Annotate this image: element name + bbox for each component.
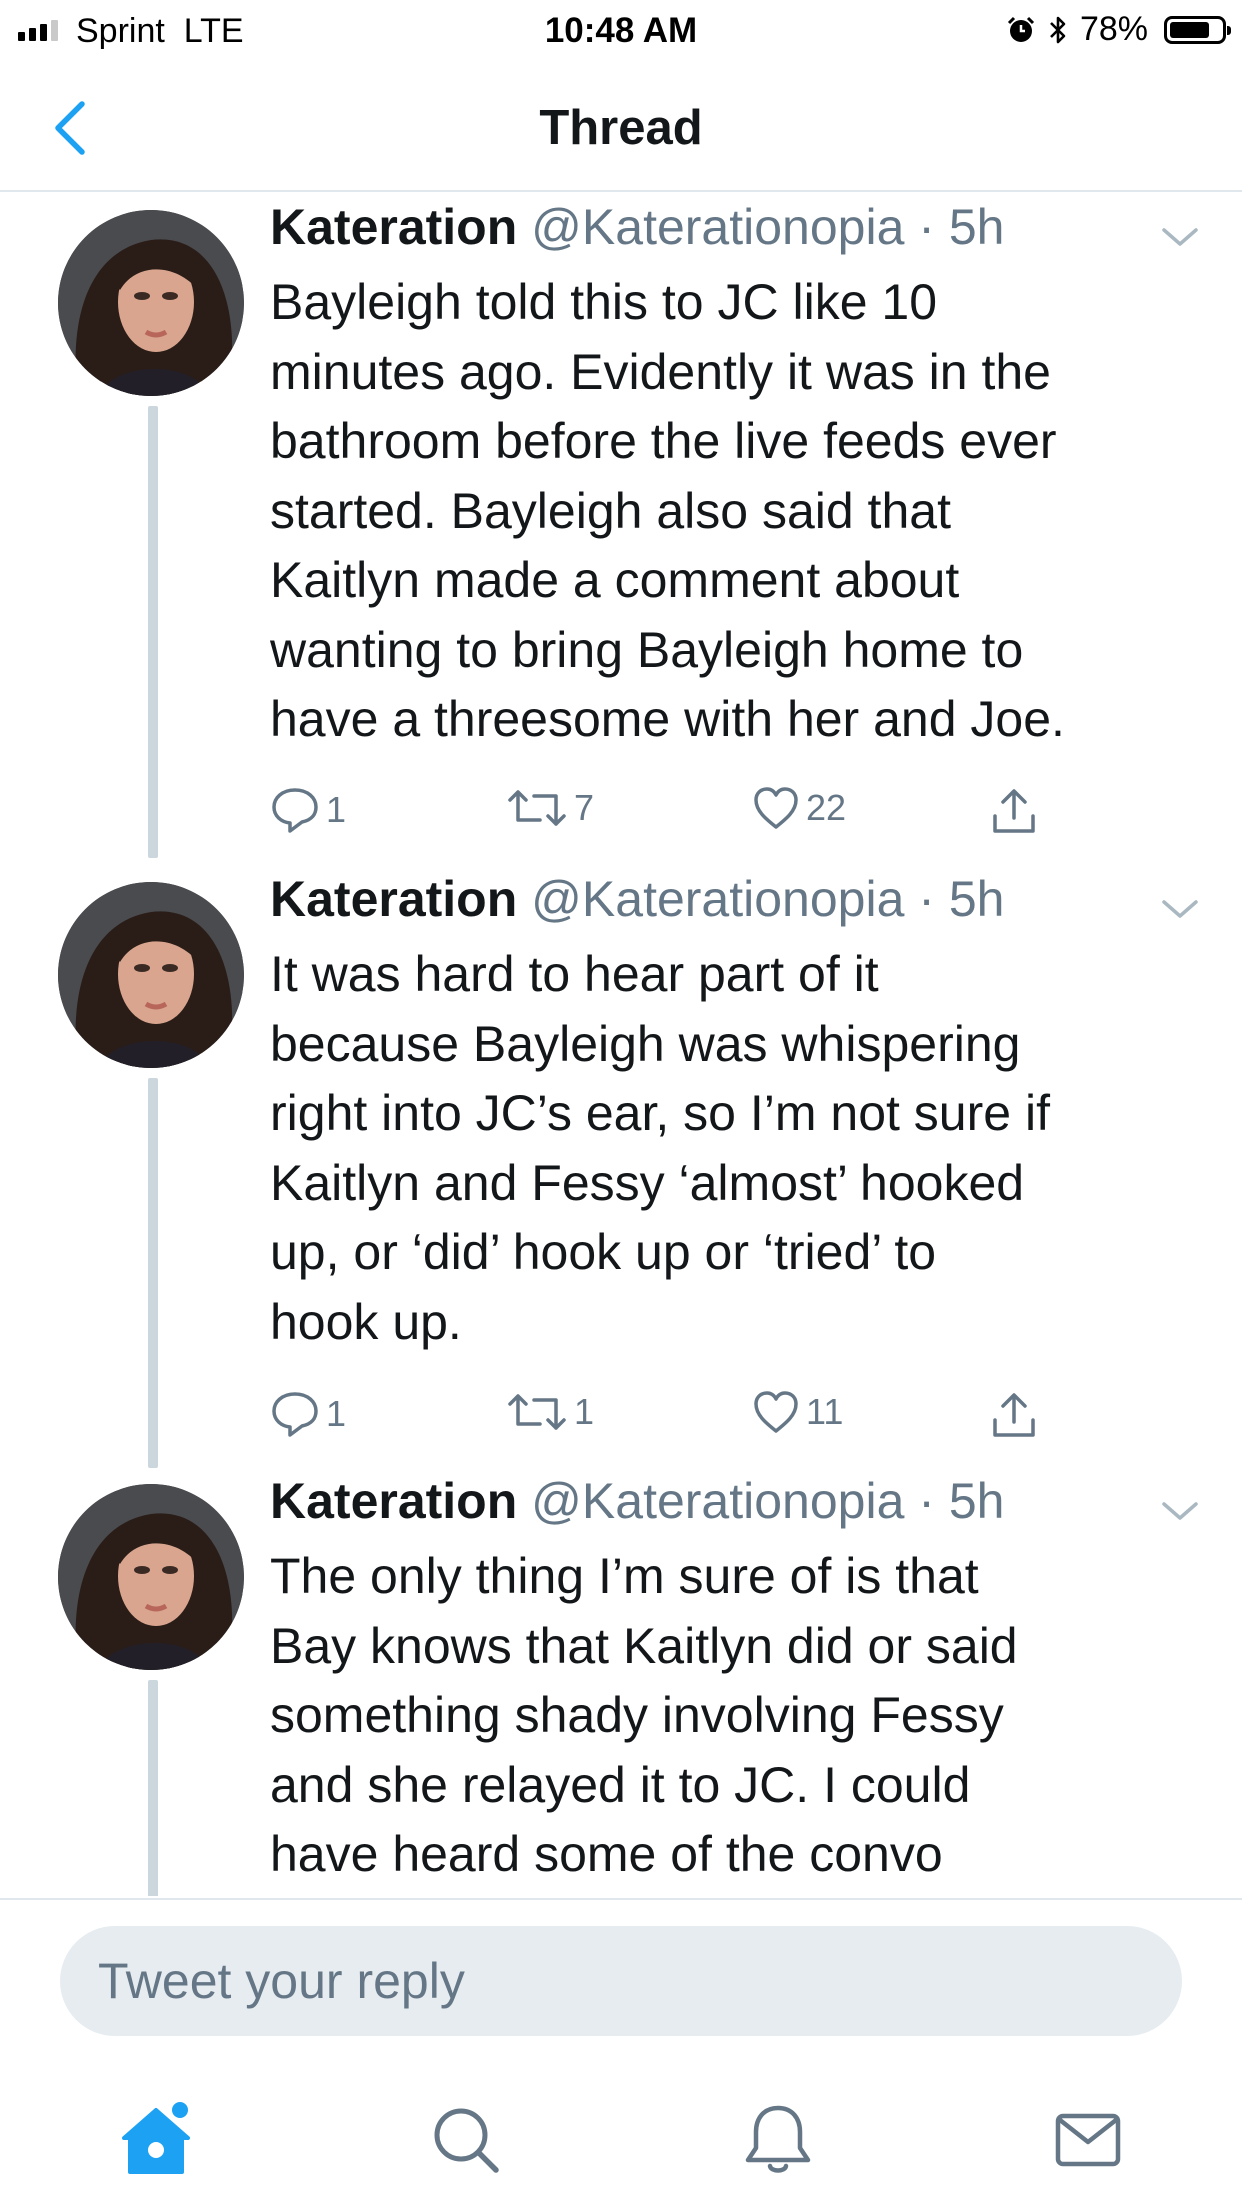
- author-name[interactable]: Kateration: [270, 871, 517, 927]
- avatar[interactable]: [58, 882, 244, 1068]
- like-button[interactable]: 22: [752, 786, 846, 830]
- avatar-image: [58, 1484, 244, 1670]
- tweet-header: Kateration @Katerationopia · 5h: [270, 1472, 1004, 1530]
- tweet-text-line: Kaitlyn and Fessy ‘almost’ hooked: [270, 1154, 1025, 1211]
- tweet-time: · 5h: [904, 1473, 1005, 1529]
- tweet-text: Bayleigh told this to JC like 10 minutes…: [270, 268, 1220, 755]
- tweet[interactable]: Kateration @Katerationopia · 5h Bayleigh…: [0, 196, 1242, 866]
- battery-level: [1170, 21, 1209, 38]
- tweet-text-line: and she relayed it to JC. I could: [270, 1756, 971, 1813]
- chevron-down-icon[interactable]: [1158, 896, 1202, 922]
- like-button[interactable]: 11: [752, 1390, 843, 1434]
- tweet[interactable]: Kateration @Katerationopia · 5h The only…: [0, 1470, 1242, 1896]
- thread-line: [148, 406, 158, 858]
- battery-percent: 78%: [1079, 10, 1148, 48]
- tweet-text-line: up, or ‘did’ hook up or ‘tried’ to: [270, 1224, 937, 1280]
- status-icons: 78%: [1006, 10, 1231, 49]
- heart-icon: [754, 787, 798, 829]
- retweet-icon: [508, 1394, 566, 1430]
- tweet-text-line: It was hard to hear part of it: [270, 946, 879, 1002]
- page-title: Thread: [539, 101, 703, 155]
- retweet-button[interactable]: 7: [506, 786, 594, 830]
- tweet-time-value: 5h: [948, 1473, 1005, 1529]
- like-count: 11: [806, 1391, 844, 1432]
- tweet-text: The only thing I’m sure of is that Bay k…: [270, 1542, 1220, 1890]
- author-name[interactable]: Kateration: [270, 1473, 517, 1529]
- avatar[interactable]: [58, 1484, 244, 1670]
- retweet-icon: [508, 790, 566, 826]
- home-icon[interactable]: [116, 2100, 196, 2180]
- tweet-text-line: have heard some of the convo: [270, 1826, 943, 1882]
- chevron-down-icon[interactable]: [1158, 1498, 1202, 1524]
- like-count: 22: [806, 787, 847, 828]
- chevron-down-icon[interactable]: [1158, 224, 1202, 250]
- reply-icon: [272, 1392, 318, 1437]
- avatar-image: [58, 210, 244, 396]
- thread-line: [148, 1680, 158, 1896]
- reply-button[interactable]: 1: [270, 1390, 346, 1438]
- battery-icon: [1164, 15, 1231, 44]
- notifications-icon[interactable]: [738, 2100, 818, 2180]
- bluetooth-icon: [1050, 16, 1066, 43]
- tweet-text-line: started. Bayleigh also said that: [270, 482, 951, 539]
- tweet-text-line: Kaitlyn made a comment about: [270, 552, 960, 608]
- reply-button[interactable]: 1: [270, 786, 346, 834]
- reply-count: 1: [326, 789, 347, 830]
- tweet-text-line: Bayleigh told this to JC like 10: [270, 274, 938, 330]
- tweet-time-value: 5h: [948, 871, 1005, 927]
- author-handle[interactable]: @Katerationopia: [531, 199, 904, 255]
- avatar-image: [58, 882, 244, 1068]
- alarm-icon: [1007, 16, 1034, 42]
- heart-icon: [754, 1391, 798, 1433]
- tweet-text-line: have a threesome with her and Joe.: [270, 691, 1065, 747]
- tweet-text-line: hook up.: [270, 1293, 462, 1350]
- reply-count: 1: [326, 1393, 347, 1434]
- tweet-text-line: because Bayleigh was whispering: [270, 1015, 1021, 1072]
- avatar[interactable]: [58, 210, 244, 396]
- tab-bar: [0, 2062, 1242, 2208]
- tweet-text-line: right into JC’s ear, so I’m not sure if: [270, 1085, 1050, 1141]
- tweet-text-line: The only thing I’m sure of is that: [270, 1548, 979, 1604]
- tweet[interactable]: Kateration @Katerationopia · 5h It was h…: [0, 868, 1242, 1468]
- share-icon: [993, 789, 1035, 833]
- retweet-count: 7: [574, 787, 595, 828]
- tweet-text-line: wanting to bring Bayleigh home to: [270, 621, 1024, 678]
- tweet-header: Kateration @Katerationopia · 5h: [270, 198, 1004, 256]
- tweet-text: It was hard to hear part of it because B…: [270, 940, 1220, 1357]
- search-icon[interactable]: [426, 2100, 506, 2180]
- author-handle[interactable]: @Katerationopia: [531, 871, 904, 927]
- tweet-text-line: something shady involving Fessy: [270, 1687, 1004, 1743]
- status-bar: Sprint LTE 10:48 AM 78%: [0, 0, 1242, 62]
- author-name[interactable]: Kateration: [270, 199, 517, 255]
- retweet-button[interactable]: 1: [506, 1390, 594, 1434]
- thread-line: [148, 1078, 158, 1468]
- tweet-text-line: minutes ago. Evidently it was in the: [270, 343, 1051, 400]
- retweet-count: 1: [574, 1391, 595, 1432]
- tweet-header: Kateration @Katerationopia · 5h: [270, 870, 1004, 928]
- tweet-time-value: 5h: [948, 199, 1005, 255]
- share-button[interactable]: [990, 1390, 1038, 1440]
- share-icon: [993, 1393, 1035, 1437]
- tweet-text-line: bathroom before the live feeds ever: [270, 413, 1057, 469]
- reply-input[interactable]: [60, 1926, 1182, 2036]
- navigation-bar: Thread: [0, 62, 1242, 192]
- reply-icon: [272, 788, 318, 833]
- messages-icon[interactable]: [1048, 2100, 1128, 2180]
- author-handle[interactable]: @Katerationopia: [531, 1473, 904, 1529]
- tweet-time: · 5h: [904, 871, 1005, 927]
- reply-bar: [0, 1898, 1242, 2062]
- tweet-time: · 5h: [904, 199, 1005, 255]
- tweet-text-line: Bay knows that Kaitlyn did or said: [270, 1617, 1018, 1674]
- share-button[interactable]: [990, 786, 1038, 836]
